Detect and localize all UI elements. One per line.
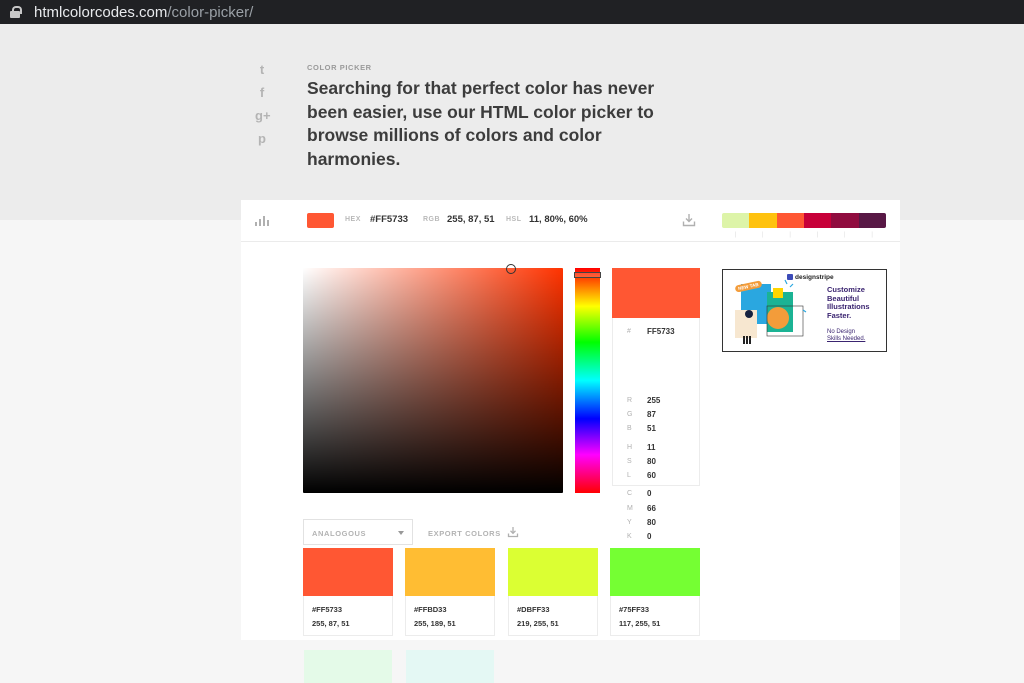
twitter-icon[interactable]: t (255, 63, 269, 77)
export-download-icon[interactable] (507, 526, 519, 538)
url-text[interactable]: htmlcolorcodes.com/color-picker/ (34, 4, 253, 21)
color-toolbar: HEX #FF5733 RGB 255, 87, 51 HSL 11, 80%,… (241, 200, 900, 242)
hash-label: # (627, 328, 631, 335)
hue-slider[interactable] (575, 268, 600, 493)
palette-swatch[interactable] (722, 213, 750, 228)
rgb-label: RGB (423, 216, 441, 223)
value-field-b[interactable]: 51 (647, 424, 656, 433)
harmony-rgb: 255, 189, 51 (414, 619, 456, 628)
palette-marker: │ (734, 232, 738, 238)
page-eyebrow: COLOR PICKER (307, 63, 372, 72)
value-field-y[interactable]: 80 (647, 518, 656, 527)
harmony-hex: #DBFF33 (517, 605, 550, 614)
palette-marker: │ (843, 232, 847, 238)
harmony-swatch-faded[interactable] (406, 650, 494, 683)
url-domain: htmlcolorcodes.com (34, 3, 168, 21)
value-field-k[interactable]: 0 (647, 532, 651, 541)
harmony-color-card[interactable]: #75FF33 117, 255, 51 (610, 548, 700, 636)
selected-color-preview (612, 268, 700, 318)
palette-markers: │ │ │ │ │ │ (722, 232, 886, 238)
harmony-hex: #75FF33 (619, 605, 650, 614)
current-color-swatch[interactable] (307, 213, 334, 228)
hsl-label: HSL (506, 216, 522, 223)
value-field-c[interactable]: 0 (647, 489, 651, 498)
url-path: /color-picker/ (167, 3, 254, 21)
harmony-dropdown[interactable]: ANALOGOUS (303, 519, 413, 545)
palette-swatch[interactable] (749, 213, 777, 228)
google-plus-icon[interactable]: g+ (255, 109, 271, 123)
advertisement-banner[interactable]: NEW TAB designstripe Customize Beautiful… (722, 269, 887, 352)
harmony-rgb: 117, 255, 51 (619, 619, 661, 628)
harmony-dropdown-label: ANALOGOUS (312, 529, 367, 538)
harmony-rgb: 219, 255, 51 (517, 619, 559, 628)
palette-swatch[interactable] (831, 213, 859, 228)
hue-slider-handle[interactable] (574, 272, 601, 278)
ad-illustration (735, 279, 807, 344)
hex-value[interactable]: #FF5733 (370, 214, 408, 225)
bar-chart-icon[interactable] (255, 216, 269, 226)
value-field-m[interactable]: 66 (647, 504, 656, 513)
value-label-r: R (627, 397, 633, 404)
value-label-y: Y (627, 519, 632, 526)
harmony-swatch[interactable] (405, 548, 495, 596)
palette-swatch[interactable] (803, 213, 832, 228)
value-label-g: G (627, 411, 633, 418)
value-field-l[interactable]: 60 (647, 471, 656, 480)
harmony-rgb: 255, 87, 51 (312, 619, 350, 628)
chevron-down-icon (398, 531, 404, 535)
ad-sub-line2: Skills Needed. (827, 336, 866, 342)
color-values-panel: # FF5733 R 255 G 87 B 51 H 11 S 80 L 60 C 0 M 66 Y 80 K 0 (612, 318, 700, 541)
value-label-k: K (627, 533, 632, 540)
recent-palette (722, 213, 886, 228)
page: htmlcolorcodes.com/color-picker/ t f g+ p C… (0, 0, 1024, 683)
facebook-icon[interactable]: f (255, 86, 269, 100)
ad-sub-line1: No Design (827, 329, 856, 335)
harmony-color-card[interactable]: #DBFF33 219, 255, 51 (508, 548, 598, 636)
harmony-swatch-faded[interactable] (304, 650, 392, 683)
palette-marker: │ (816, 232, 820, 238)
harmony-swatch[interactable] (303, 548, 393, 596)
value-field-s[interactable]: 80 (647, 457, 656, 466)
browser-address-bar[interactable]: htmlcolorcodes.com/color-picker/ (0, 0, 1024, 24)
color-picker-card: HEX #FF5733 RGB 255, 87, 51 HSL 11, 80%,… (241, 200, 900, 640)
harmony-color-card[interactable]: #FF5733 255, 87, 51 (303, 548, 393, 636)
value-label-l: L (627, 472, 631, 479)
palette-marker: │ (788, 232, 792, 238)
hsl-value[interactable]: 11, 80%, 60% (529, 214, 588, 225)
value-label-c: C (627, 490, 633, 497)
value-label-h: H (627, 444, 633, 451)
lock-icon (10, 6, 22, 18)
value-field-h[interactable]: 11 (647, 443, 655, 452)
download-icon[interactable] (682, 213, 696, 227)
harmony-hex: #FF5733 (312, 605, 343, 614)
value-field-r[interactable]: 255 (647, 396, 660, 405)
hero-section: t f g+ p COLOR PICKER Searching for that pe… (0, 24, 1024, 220)
export-colors-button[interactable]: EXPORT COLORS (428, 529, 501, 538)
harmony-color-card[interactable]: #FFBD33 255, 189, 51 (405, 548, 495, 636)
saturation-value-area[interactable] (303, 268, 563, 493)
page-headline: Searching for that perfect color has nev… (307, 78, 655, 169)
ad-brand: designstripe (787, 274, 834, 281)
rgb-value[interactable]: 255, 87, 51 (447, 214, 495, 225)
harmony-swatch[interactable] (508, 548, 598, 596)
hex-field[interactable]: FF5733 (647, 327, 675, 336)
palette-swatch[interactable] (858, 213, 886, 228)
harmony-hex: #FFBD33 (414, 605, 447, 614)
value-field-g[interactable]: 87 (647, 410, 656, 419)
harmony-swatch[interactable] (610, 548, 700, 596)
ad-title: Customize Beautiful Illustrations Faster… (827, 285, 870, 320)
value-label-s: S (627, 458, 632, 465)
ad-subtitle: No Design Skills Needed. (827, 329, 885, 343)
color-selector-handle[interactable] (506, 264, 516, 274)
hex-label: HEX (345, 216, 361, 223)
palette-marker: │ (761, 232, 765, 238)
palette-swatch[interactable] (776, 213, 804, 228)
value-label-b: B (627, 425, 632, 432)
pinterest-icon[interactable]: p (255, 132, 269, 146)
palette-marker: │ (870, 232, 874, 238)
value-label-m: M (627, 505, 633, 512)
